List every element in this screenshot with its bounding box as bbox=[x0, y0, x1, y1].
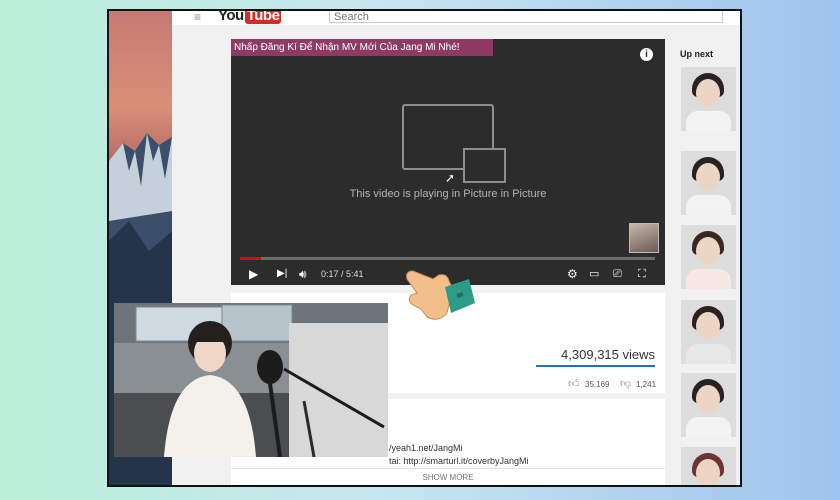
up-next-thumbnail[interactable] bbox=[681, 447, 736, 485]
time-display: 0:17 / 5:41 bbox=[321, 269, 364, 279]
like-ratio-bar bbox=[536, 365, 655, 367]
channel-watermark[interactable] bbox=[629, 223, 659, 253]
up-next-thumbnail[interactable] bbox=[681, 300, 736, 364]
hamburger-menu-icon[interactable]: ≡ bbox=[194, 11, 201, 23]
up-next-thumbnail[interactable] bbox=[681, 225, 736, 289]
description-link[interactable]: tai: http://smarturl.it/coverbyJangMi bbox=[389, 456, 529, 466]
logo-tube-text: Tube bbox=[244, 9, 282, 24]
up-next-thumbnail[interactable] bbox=[681, 373, 736, 437]
info-icon[interactable]: i bbox=[640, 48, 653, 61]
fullscreen-icon[interactable]: ⛶ bbox=[638, 263, 646, 285]
like-count: 35,169 bbox=[585, 380, 610, 389]
video-player[interactable]: Nhấp Đăng Kí Để Nhận MV Mới Của Jang Mi … bbox=[231, 39, 665, 285]
progress-played bbox=[240, 257, 261, 260]
logo-you-text: You bbox=[218, 9, 244, 24]
thumbs-up-icon[interactable]: 👍︎ bbox=[568, 377, 580, 390]
settings-gear-icon[interactable]: ⚙ bbox=[567, 263, 578, 285]
next-icon[interactable]: ▶| bbox=[277, 263, 287, 285]
pointing-hand-icon bbox=[406, 270, 475, 320]
screen-frame: ≡ YouTube Nhấp Đăng Kí Để Nhận MV Mới Củ… bbox=[107, 9, 742, 487]
up-next-thumbnail[interactable] bbox=[681, 67, 736, 131]
youtube-logo[interactable]: You Tube bbox=[218, 9, 282, 24]
progress-bar[interactable] bbox=[240, 257, 655, 260]
subscribe-banner[interactable]: Nhấp Đăng Kí Để Nhận MV Mới Của Jang Mi … bbox=[231, 39, 493, 56]
up-next-thumbnail[interactable] bbox=[681, 151, 736, 215]
mouse-cursor-icon: ➚ bbox=[445, 171, 456, 185]
picture-in-picture-window[interactable] bbox=[114, 303, 388, 457]
volume-icon[interactable]: 🔊︎ bbox=[299, 263, 307, 285]
masthead: ≡ You Tube bbox=[172, 11, 740, 25]
cast-icon[interactable]: ⎚ bbox=[613, 263, 622, 285]
show-more-button[interactable]: SHOW MORE bbox=[231, 473, 665, 482]
miniplayer-icon[interactable]: ▭ bbox=[589, 263, 599, 285]
thumbs-down-icon[interactable]: 👎︎ bbox=[620, 377, 631, 390]
description-link[interactable]: /yeah1.net/JangMi bbox=[389, 443, 463, 453]
dislike-count: 1,241 bbox=[636, 380, 657, 389]
up-next-title: Up next bbox=[680, 49, 714, 59]
divider bbox=[231, 468, 665, 469]
view-count: 4,309,315 views bbox=[561, 347, 655, 362]
picture-in-picture-icon bbox=[402, 104, 506, 183]
play-icon[interactable]: ▶ bbox=[249, 263, 258, 285]
search-input[interactable] bbox=[329, 11, 723, 23]
pip-message: This video is playing in Picture in Pict… bbox=[349, 188, 547, 200]
